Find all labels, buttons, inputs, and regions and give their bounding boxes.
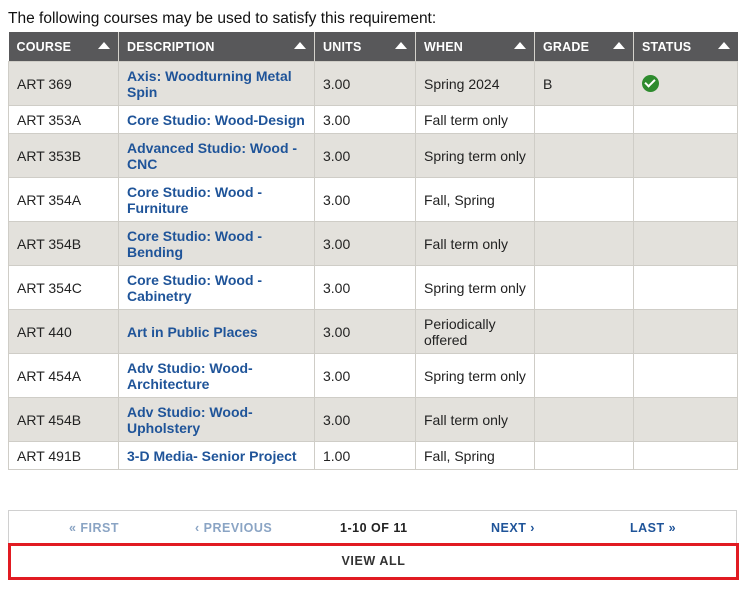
course-code: ART 491B	[8, 441, 119, 470]
course-when: Fall term only	[415, 105, 535, 134]
course-when: Fall, Spring	[415, 441, 535, 470]
course-status	[633, 397, 738, 442]
pagination-last-link[interactable]: LAST »	[630, 521, 676, 535]
table-header-row: COURSE DESCRIPTION UNITS WHEN GRADE STAT…	[8, 32, 738, 62]
course-grade	[534, 441, 634, 470]
course-status	[633, 61, 738, 106]
sort-ascending-icon[interactable]	[613, 42, 625, 49]
course-code: ART 354C	[8, 265, 119, 310]
course-grade	[534, 265, 634, 310]
course-status	[633, 441, 738, 470]
column-header-units[interactable]: UNITS	[314, 32, 416, 62]
course-when: Spring 2024	[415, 61, 535, 106]
course-grade	[534, 397, 634, 442]
course-code: ART 353B	[8, 133, 119, 178]
table-row: ART 353A Core Studio: Wood-Design 3.00 F…	[8, 105, 738, 134]
course-when: Spring term only	[415, 353, 535, 398]
sort-ascending-icon[interactable]	[98, 42, 110, 49]
course-description-link[interactable]: Core Studio: Wood - Bending	[127, 228, 262, 260]
column-header-when[interactable]: WHEN	[415, 32, 535, 62]
course-code: ART 440	[8, 309, 119, 354]
requirement-intro-text: The following courses may be used to sat…	[8, 10, 437, 27]
course-units: 3.00	[314, 397, 416, 442]
course-description-link[interactable]: Adv Studio: Wood-Architecture	[127, 360, 253, 392]
course-units: 3.00	[314, 265, 416, 310]
course-description-link[interactable]: Core Studio: Wood-Design	[127, 112, 305, 128]
courses-table: COURSE DESCRIPTION UNITS WHEN GRADE STAT…	[8, 32, 738, 470]
course-description-link[interactable]: Core Studio: Wood - Cabinetry	[127, 272, 262, 304]
course-units: 3.00	[314, 177, 416, 222]
course-units: 3.00	[314, 61, 416, 106]
course-units: 3.00	[314, 221, 416, 266]
column-header-status[interactable]: STATUS	[633, 32, 738, 62]
course-when: Fall term only	[415, 221, 535, 266]
sort-ascending-icon[interactable]	[717, 42, 730, 49]
pagination-bar: « FIRST ‹ PREVIOUS 1-10 OF 11 NEXT › LAS…	[8, 510, 737, 543]
course-grade	[534, 177, 634, 222]
course-grade: B	[534, 61, 634, 106]
course-status	[633, 353, 738, 398]
course-grade	[534, 353, 634, 398]
course-status	[633, 105, 738, 134]
course-grade	[534, 133, 634, 178]
course-description-link[interactable]: Axis: Woodturning Metal Spin	[127, 68, 292, 100]
pagination-next-link[interactable]: NEXT ›	[491, 521, 535, 535]
course-when: Spring term only	[415, 265, 535, 310]
sort-ascending-icon[interactable]	[395, 42, 407, 49]
sort-ascending-icon[interactable]	[514, 42, 526, 49]
table-row: ART 354C Core Studio: Wood - Cabinetry 3…	[8, 265, 738, 310]
course-status	[633, 309, 738, 354]
course-description-link[interactable]: Art in Public Places	[127, 324, 258, 340]
course-status	[633, 177, 738, 222]
course-grade	[534, 309, 634, 354]
sort-ascending-icon[interactable]	[294, 42, 306, 49]
course-when: Fall, Spring	[415, 177, 535, 222]
course-code: ART 369	[8, 61, 119, 106]
pagination-count: 1-10 OF 11	[340, 521, 408, 535]
pagination-previous-link[interactable]: ‹ PREVIOUS	[195, 521, 272, 535]
table-row: ART 354A Core Studio: Wood - Furniture 3…	[8, 177, 738, 222]
course-when: Spring term only	[415, 133, 535, 178]
check-circle-icon	[642, 75, 659, 93]
column-header-course[interactable]: COURSE	[8, 32, 119, 62]
course-units: 3.00	[314, 105, 416, 134]
course-description-link[interactable]: Adv Studio: Wood-Upholstery	[127, 404, 253, 436]
course-description-link[interactable]: 3-D Media- Senior Project	[127, 448, 297, 464]
table-row: ART 454A Adv Studio: Wood-Architecture 3…	[8, 353, 738, 398]
course-description-link[interactable]: Advanced Studio: Wood - CNC	[127, 140, 297, 172]
course-code: ART 454A	[8, 353, 119, 398]
view-all-button[interactable]: VIEW ALL	[8, 543, 739, 580]
table-row: ART 353B Advanced Studio: Wood - CNC 3.0…	[8, 133, 738, 178]
course-status	[633, 221, 738, 266]
course-units: 3.00	[314, 309, 416, 354]
column-header-description[interactable]: DESCRIPTION	[118, 32, 315, 62]
course-grade	[534, 221, 634, 266]
course-when: Periodically offered	[415, 309, 535, 354]
course-code: ART 354A	[8, 177, 119, 222]
course-when: Fall term only	[415, 397, 535, 442]
table-row: ART 454B Adv Studio: Wood-Upholstery 3.0…	[8, 397, 738, 442]
table-row: ART 369 Axis: Woodturning Metal Spin 3.0…	[8, 61, 738, 106]
column-header-grade[interactable]: GRADE	[534, 32, 634, 62]
table-row: ART 354B Core Studio: Wood - Bending 3.0…	[8, 221, 738, 266]
course-status	[633, 133, 738, 178]
course-units: 1.00	[314, 441, 416, 470]
course-code: ART 454B	[8, 397, 119, 442]
course-description-link[interactable]: Core Studio: Wood - Furniture	[127, 184, 262, 216]
course-grade	[534, 105, 634, 134]
course-status	[633, 265, 738, 310]
pagination-first-link[interactable]: « FIRST	[69, 521, 119, 535]
course-units: 3.00	[314, 133, 416, 178]
course-code: ART 353A	[8, 105, 119, 134]
table-row: ART 491B 3-D Media- Senior Project 1.00 …	[8, 441, 738, 470]
table-row: ART 440 Art in Public Places 3.00 Period…	[8, 309, 738, 354]
course-code: ART 354B	[8, 221, 119, 266]
course-units: 3.00	[314, 353, 416, 398]
